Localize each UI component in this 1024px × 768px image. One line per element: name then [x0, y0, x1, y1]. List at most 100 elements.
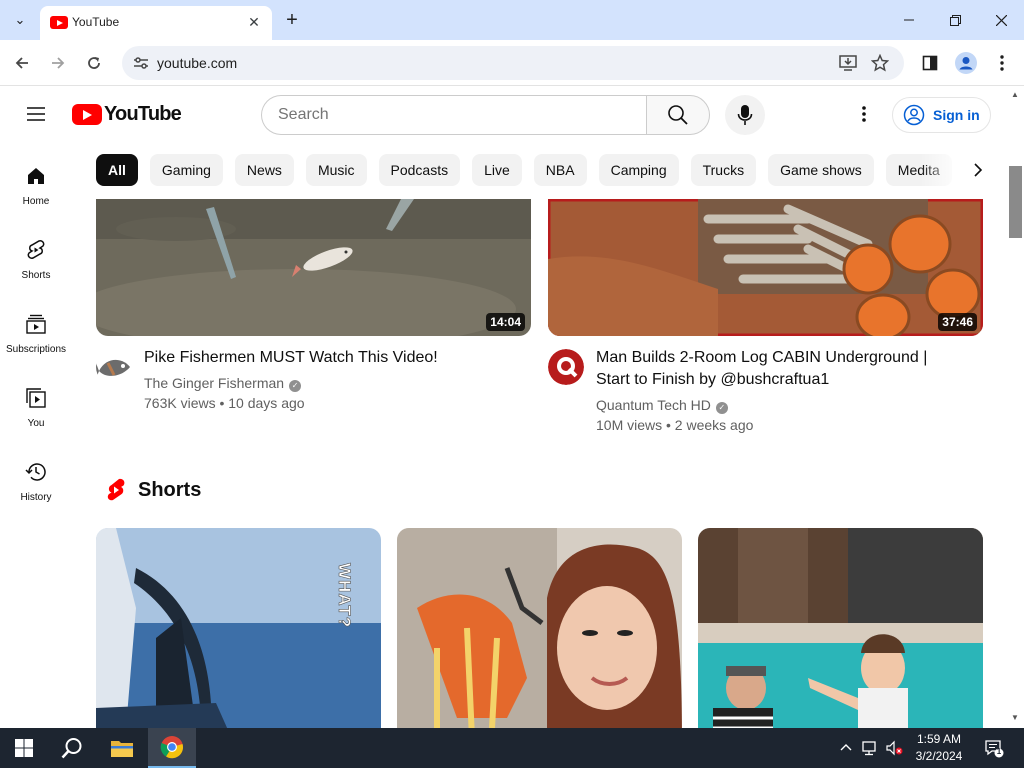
volume-muted-icon[interactable]: [886, 740, 903, 756]
browser-menu-icon[interactable]: [988, 49, 1016, 77]
short-thumbnail-pool[interactable]: [698, 528, 983, 728]
page-scrollbar-thumb[interactable]: [1009, 166, 1022, 238]
back-button[interactable]: [8, 49, 36, 77]
chip-game-shows[interactable]: Game shows: [768, 154, 874, 186]
short-thumbnail-food[interactable]: [397, 528, 682, 728]
address-bar[interactable]: youtube.com: [122, 46, 904, 80]
settings-menu-icon[interactable]: [852, 102, 876, 126]
chip-scroll-right-icon[interactable]: [964, 158, 992, 182]
video-channel[interactable]: Quantum Tech HD ✓: [596, 395, 728, 415]
guide-item-history[interactable]: History: [0, 460, 72, 534]
chip-news[interactable]: News: [234, 154, 294, 186]
youtube-favicon-icon: [50, 16, 68, 29]
you-icon: [26, 388, 46, 408]
video-title-line-2[interactable]: Start to Finish by @bushcraftua1: [596, 369, 829, 391]
youtube-logo-text: YouTube: [104, 103, 182, 125]
install-app-icon[interactable]: [836, 51, 860, 75]
video-channel[interactable]: The Ginger Fisherman ✓: [144, 373, 302, 393]
show-hidden-icons-chevron-icon[interactable]: [838, 740, 854, 756]
shorts-logo-icon: [107, 478, 125, 501]
sign-in-button[interactable]: Sign in: [892, 97, 991, 133]
notification-count-badge: 1: [996, 747, 1002, 756]
guide-label-history: History: [20, 492, 52, 503]
channel-name[interactable]: The Ginger Fisherman: [144, 375, 284, 391]
chip-nba[interactable]: NBA: [533, 154, 587, 186]
voice-search-button[interactable]: [725, 95, 765, 135]
reload-button[interactable]: [80, 49, 108, 77]
guide-item-home[interactable]: Home: [0, 164, 72, 238]
network-icon[interactable]: [862, 740, 878, 756]
chip-music[interactable]: Music: [305, 154, 367, 186]
hamburger-menu-icon[interactable]: [24, 102, 48, 126]
short-thumbnail-boat[interactable]: WHAT?: [96, 528, 381, 728]
account-circle-icon: [903, 104, 925, 126]
clock-time: 1:59 AM: [916, 732, 962, 746]
chip-camping[interactable]: Camping: [598, 154, 679, 186]
video-feed: 14:04 Pike Fishermen MUST Watch This Vid…: [72, 199, 1006, 728]
tab-title: YouTube: [72, 15, 120, 29]
search-input[interactable]: Search: [261, 95, 647, 135]
file-explorer-button[interactable]: [98, 728, 146, 768]
search-icon: [668, 105, 688, 125]
guide-label-home: Home: [22, 196, 50, 207]
side-panel-icon[interactable]: [916, 49, 944, 77]
taskbar-search-button[interactable]: [48, 728, 96, 768]
category-chip-bar: All Gaming News Music Podcasts Live NBA Camping…: [96, 154, 964, 186]
youtube-logo[interactable]: YouTube: [72, 103, 182, 126]
browser-toolbar: youtube.com: [0, 40, 1024, 86]
new-tab-button[interactable]: +: [280, 8, 304, 32]
video-title[interactable]: Pike Fishermen MUST Watch This Video!: [144, 347, 438, 369]
cheese-food-thumbnail: [397, 528, 682, 728]
windows-start-button[interactable]: [0, 728, 48, 768]
microphone-icon: [737, 105, 753, 125]
tab-search-dropdown-icon[interactable]: ⌄: [8, 8, 32, 32]
chrome-taskbar-button[interactable]: [148, 728, 196, 768]
window-restore-button[interactable]: [932, 0, 978, 40]
channel-avatar-ginger-fisherman[interactable]: [96, 349, 132, 385]
guide-item-shorts[interactable]: Shorts: [0, 238, 72, 312]
scroll-down-arrow-icon[interactable]: ▼: [1010, 713, 1020, 723]
search-button[interactable]: [646, 95, 710, 135]
video-thumbnail-log-cabin[interactable]: 37:46: [548, 199, 983, 336]
video-views-age: 10M views • 2 weeks ago: [596, 417, 754, 433]
scroll-up-arrow-icon[interactable]: ▲: [1010, 90, 1020, 100]
pool-party-thumbnail: [698, 528, 983, 728]
log-cabin-thumbnail: [548, 199, 983, 336]
windows-logo-icon: [15, 739, 33, 757]
bookmark-star-icon[interactable]: [868, 51, 892, 75]
chip-all[interactable]: All: [96, 154, 138, 186]
sign-in-label: Sign in: [933, 107, 980, 123]
video-duration-badge: 14:04: [486, 313, 525, 331]
chip-bar-fade: [920, 154, 964, 186]
chip-podcasts[interactable]: Podcasts: [378, 154, 461, 186]
channel-name[interactable]: Quantum Tech HD: [596, 397, 711, 413]
guide-item-you[interactable]: You: [0, 386, 72, 460]
window-close-button[interactable]: [978, 0, 1024, 40]
youtube-play-logo-icon: [72, 104, 102, 125]
shorts-shelf-title: Shorts: [138, 478, 202, 501]
chip-gaming[interactable]: Gaming: [149, 154, 223, 186]
video-title-line-1[interactable]: Man Builds 2-Room Log CABIN Underground …: [596, 347, 927, 369]
windows-taskbar: 1:59 AM 3/2/2024 1: [0, 728, 1024, 768]
taskbar-clock[interactable]: 1:59 AM 3/2/2024: [904, 731, 974, 765]
profile-avatar-icon[interactable]: [952, 49, 980, 77]
channel-avatar-quantum-tech[interactable]: [548, 349, 584, 385]
clock-date: 3/2/2024: [915, 749, 963, 763]
video-thumbnail-pike[interactable]: 14:04: [96, 199, 531, 336]
guide-item-subscriptions[interactable]: Subscriptions: [0, 312, 72, 386]
site-info-icon[interactable]: [132, 54, 150, 72]
verified-check-icon: ✓: [715, 402, 728, 414]
browser-tab-youtube[interactable]: YouTube ✕: [40, 6, 272, 40]
video-duration-badge: 37:46: [938, 313, 977, 331]
home-icon: [28, 168, 44, 184]
window-minimize-button[interactable]: [886, 0, 932, 40]
forward-button[interactable]: [44, 49, 72, 77]
video-views-age: 763K views • 10 days ago: [144, 395, 305, 411]
chip-trucks[interactable]: Trucks: [690, 154, 757, 186]
action-center-icon[interactable]: 1: [984, 738, 1004, 758]
tab-close-icon[interactable]: ✕: [244, 12, 264, 32]
chip-live[interactable]: Live: [472, 154, 522, 186]
folder-icon: [111, 741, 133, 757]
chrome-icon: [160, 736, 184, 759]
browser-tab-strip: ⌄ YouTube ✕ +: [0, 0, 1024, 40]
